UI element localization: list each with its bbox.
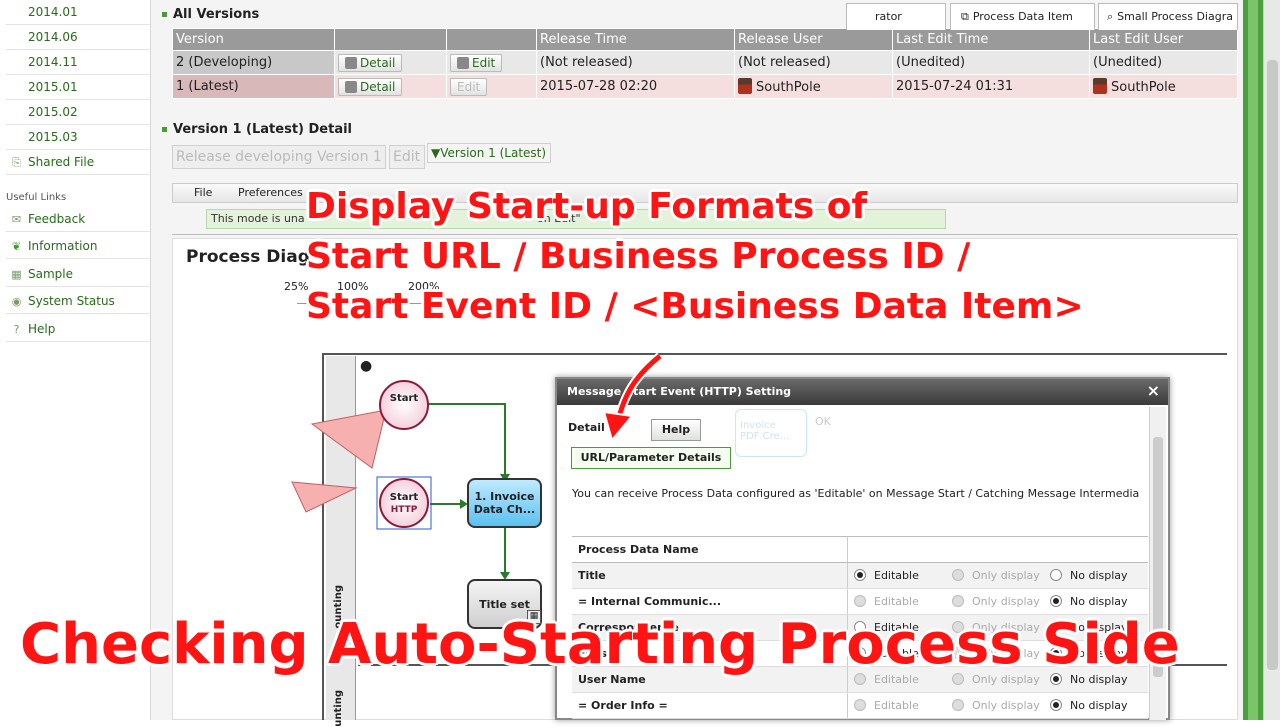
- radio-no-display[interactable]: No display: [1050, 569, 1148, 582]
- overlay-line-3: Start Event ID / <Business Data Item>: [306, 286, 1084, 327]
- radio-only-display: Only display: [952, 699, 1050, 712]
- overlay-caption: Checking Auto-Starting Process Side: [20, 612, 1180, 677]
- background-task: Invoice PDF Cre...: [735, 409, 807, 457]
- radio-only-display: Only display: [952, 569, 1050, 582]
- dialog-title: Message Start Event (HTTP) Setting: [557, 379, 1168, 405]
- task-invoice-data-check[interactable]: 1. Invoice Data Ch...: [467, 478, 542, 528]
- radio-no-display[interactable]: No display: [1050, 595, 1148, 608]
- start-event[interactable]: Start: [379, 380, 429, 430]
- radio-no-display[interactable]: No display: [1050, 699, 1148, 712]
- column-header: Process Data Name: [572, 536, 848, 563]
- radio-only-display: Only display: [952, 595, 1050, 608]
- right-decoration: [1243, 0, 1263, 720]
- page-scrollbar[interactable]: [1263, 0, 1280, 720]
- overlay-line-2: Start URL / Business Process ID /: [306, 236, 971, 277]
- close-icon[interactable]: ×: [1147, 381, 1160, 400]
- overlay-line-1: Display Start-up Formats of: [306, 186, 868, 227]
- radio-editable: Editable: [854, 595, 952, 608]
- table-row: = Order Info = Editable Only display No di…: [572, 692, 1148, 719]
- scrollbar-thumb[interactable]: [1267, 60, 1278, 670]
- table-row: Title Editable Only display No display: [572, 562, 1148, 589]
- detail-label: Detail: [568, 421, 605, 434]
- radio-editable[interactable]: Editable: [854, 569, 952, 582]
- process-data-name: = Order Info =: [572, 692, 848, 719]
- help-button[interactable]: Help: [651, 419, 701, 441]
- url-parameter-details-button[interactable]: URL/Parameter Details: [571, 447, 731, 469]
- table-header-row: Process Data Name: [572, 536, 1148, 563]
- process-data-name: = Internal Communic...: [572, 588, 848, 615]
- radio-editable: Editable: [854, 699, 952, 712]
- table-row: = Internal Communic... Editable Only disp…: [572, 588, 1148, 615]
- process-data-name: Title: [572, 562, 848, 589]
- dialog-description: You can receive Process Data configured …: [572, 487, 1140, 500]
- message-start-event-http[interactable]: Start HTTP: [379, 478, 429, 528]
- background-label: OK: [815, 415, 831, 428]
